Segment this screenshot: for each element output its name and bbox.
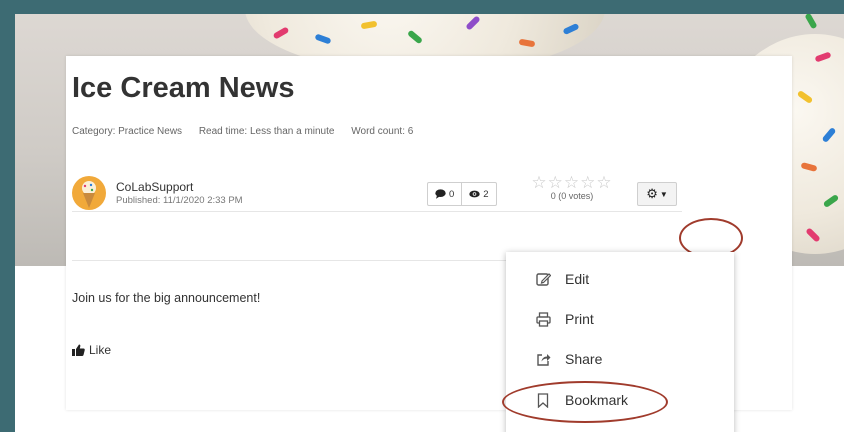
article-stats: 0 2: [427, 182, 497, 206]
print-icon: [535, 311, 551, 327]
gear-icon: ⚙: [646, 186, 658, 201]
article-meta: Category: Practice News Read time: Less …: [72, 126, 427, 137]
star-icon[interactable]: ☆: [596, 173, 612, 192]
read-time: Read time: Less than a minute: [198, 126, 335, 137]
ice-cream-cone-icon: [82, 181, 96, 208]
star-icon[interactable]: ☆: [548, 173, 564, 192]
menu-item-print[interactable]: Print: [506, 304, 734, 334]
star-icon[interactable]: ☆: [531, 173, 547, 192]
caret-down-icon: ▼: [659, 189, 668, 199]
edit-icon: [535, 271, 551, 287]
comments-count-value: 0: [449, 188, 455, 200]
sprinkle: [804, 14, 818, 30]
word-count: Word count: 6: [351, 126, 414, 137]
highlight-circle-bookmark: [502, 381, 668, 423]
comments-count[interactable]: 0: [428, 183, 461, 205]
article-options-button[interactable]: ⚙ ▼: [637, 182, 677, 206]
eye-icon: [469, 190, 480, 198]
article-body: Join us for the big announcement!: [72, 291, 261, 305]
published-date: Published: 11/1/2020 2:33 PM: [116, 195, 243, 206]
star-icon[interactable]: ☆: [564, 173, 580, 192]
article-title: Ice Cream News: [72, 72, 295, 104]
avatar[interactable]: [72, 176, 106, 210]
menu-item-edit-label: Edit: [565, 271, 590, 287]
rating-votes: 0 (0 votes): [550, 191, 594, 201]
comment-icon: [435, 189, 446, 199]
share-icon: [535, 351, 551, 367]
like-button[interactable]: Like: [72, 343, 111, 357]
star-icon[interactable]: ☆: [580, 173, 596, 192]
category-link[interactable]: Category: Practice News: [72, 126, 182, 137]
views-count-value: 2: [483, 188, 489, 200]
thumbs-up-icon: [72, 344, 85, 356]
views-count: 2: [461, 183, 495, 205]
rating-stars[interactable]: ☆☆☆☆☆: [524, 174, 620, 192]
author-name[interactable]: CoLabSupport: [116, 180, 193, 194]
menu-item-share-label: Share: [565, 351, 603, 367]
screen: Ice Cream News Category: Practice News R…: [15, 14, 844, 432]
menu-item-edit[interactable]: Edit: [506, 264, 734, 294]
menu-item-print-label: Print: [565, 311, 594, 327]
menu-item-share[interactable]: Share: [506, 344, 734, 374]
star-rating[interactable]: ☆☆☆☆☆ 0 (0 votes): [524, 174, 620, 202]
like-label: Like: [89, 343, 112, 357]
divider-top: [72, 211, 682, 212]
